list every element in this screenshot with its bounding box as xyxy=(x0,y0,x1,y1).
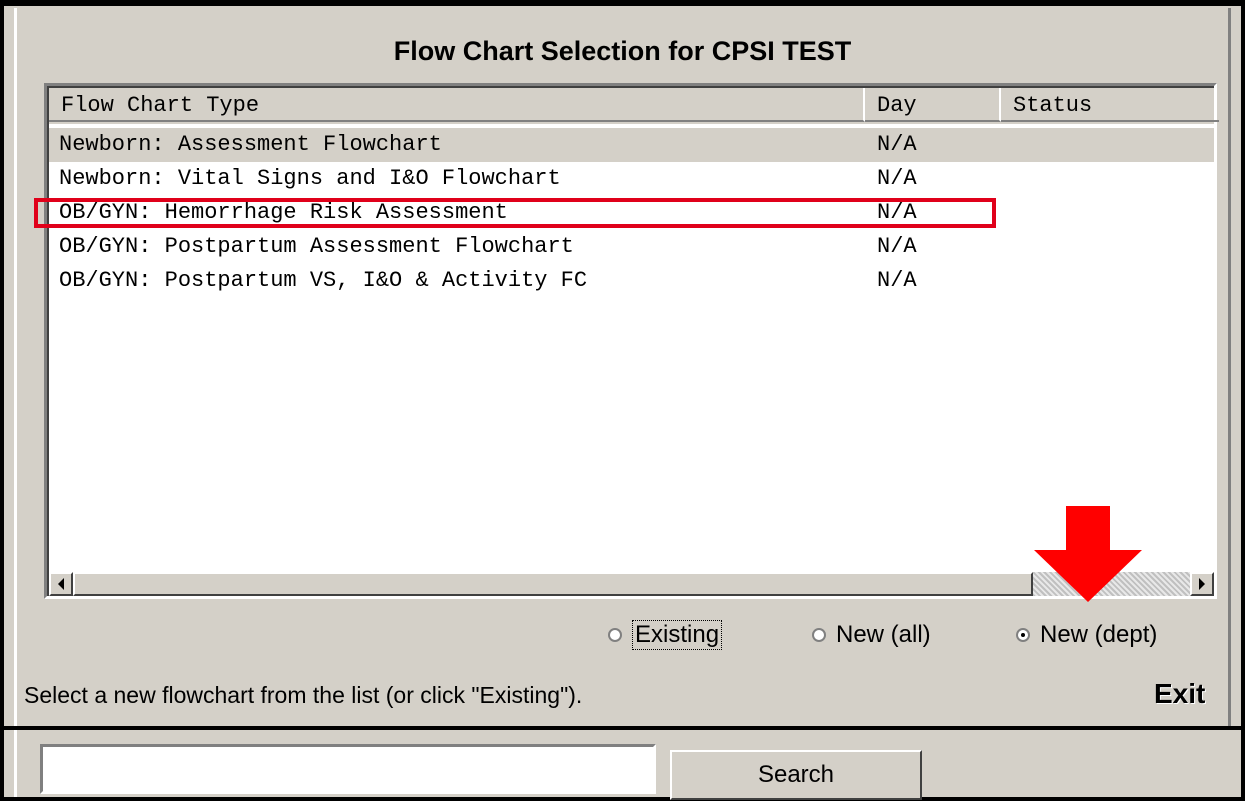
scroll-left-button[interactable] xyxy=(49,572,73,596)
row-day: N/A xyxy=(877,166,917,191)
list-header: Flow Chart Type Day Status xyxy=(49,88,1219,124)
flowchart-selection-window: Flow Chart Selection for CPSI TEST Flow … xyxy=(0,0,1245,801)
radio-new-all-label: New (all) xyxy=(836,621,931,648)
row-day: N/A xyxy=(877,132,917,157)
column-header-status-label: Status xyxy=(1013,93,1093,118)
column-header-status[interactable]: Status xyxy=(1001,88,1219,122)
radio-existing[interactable]: Existing xyxy=(608,618,723,652)
bottom-divider xyxy=(14,730,17,797)
row-type: OB/GYN: Postpartum Assessment Flowchart xyxy=(59,234,574,259)
row-type: Newborn: Vital Signs and I&O Flowchart xyxy=(59,166,561,191)
radio-existing-label: Existing xyxy=(632,620,723,650)
scrollbar-thumb[interactable] xyxy=(73,572,1033,596)
list-row[interactable]: OB/GYN: Postpartum VS, I&O & Activity FC… xyxy=(49,264,1214,298)
list-row[interactable]: OB/GYN: Hemorrhage Risk Assessment N/A xyxy=(49,196,1214,230)
list-rows: Newborn: Assessment Flowchart N/A Newbor… xyxy=(49,128,1214,298)
search-input[interactable] xyxy=(40,744,656,794)
status-message: Select a new flowchart from the list (or… xyxy=(24,682,583,708)
row-type: OB/GYN: Hemorrhage Risk Assessment xyxy=(59,200,508,225)
exit-button[interactable]: Exit xyxy=(1154,678,1205,710)
radio-new-dept[interactable]: New (dept) xyxy=(1016,618,1157,652)
column-header-day[interactable]: Day xyxy=(865,88,1001,122)
row-day: N/A xyxy=(877,268,917,293)
arrow-down-icon xyxy=(1034,506,1142,602)
list-row[interactable]: OB/GYN: Postpartum Assessment Flowchart … xyxy=(49,230,1214,264)
radio-existing-dot xyxy=(608,628,622,642)
row-type: Newborn: Assessment Flowchart xyxy=(59,132,442,157)
triangle-left-icon xyxy=(58,578,64,590)
radio-new-all[interactable]: New (all) xyxy=(812,618,931,652)
radio-new-all-dot xyxy=(812,628,826,642)
scroll-right-button[interactable] xyxy=(1190,572,1214,596)
radio-new-dept-label: New (dept) xyxy=(1040,621,1158,648)
radio-new-dept-dot xyxy=(1016,628,1030,642)
row-type: OB/GYN: Postpartum VS, I&O & Activity FC xyxy=(59,268,588,293)
search-button[interactable]: Search xyxy=(670,750,922,800)
column-header-day-label: Day xyxy=(877,93,917,118)
row-day: N/A xyxy=(877,234,917,259)
list-row[interactable]: Newborn: Vital Signs and I&O Flowchart N… xyxy=(49,162,1214,196)
triangle-right-icon xyxy=(1199,578,1205,590)
column-header-type[interactable]: Flow Chart Type xyxy=(49,88,865,122)
column-header-type-label: Flow Chart Type xyxy=(61,93,260,118)
row-day: N/A xyxy=(877,200,917,225)
search-bar: Search xyxy=(4,726,1241,800)
window-title: Flow Chart Selection for CPSI TEST xyxy=(393,36,852,66)
list-row[interactable]: Newborn: Assessment Flowchart N/A xyxy=(49,128,1214,162)
